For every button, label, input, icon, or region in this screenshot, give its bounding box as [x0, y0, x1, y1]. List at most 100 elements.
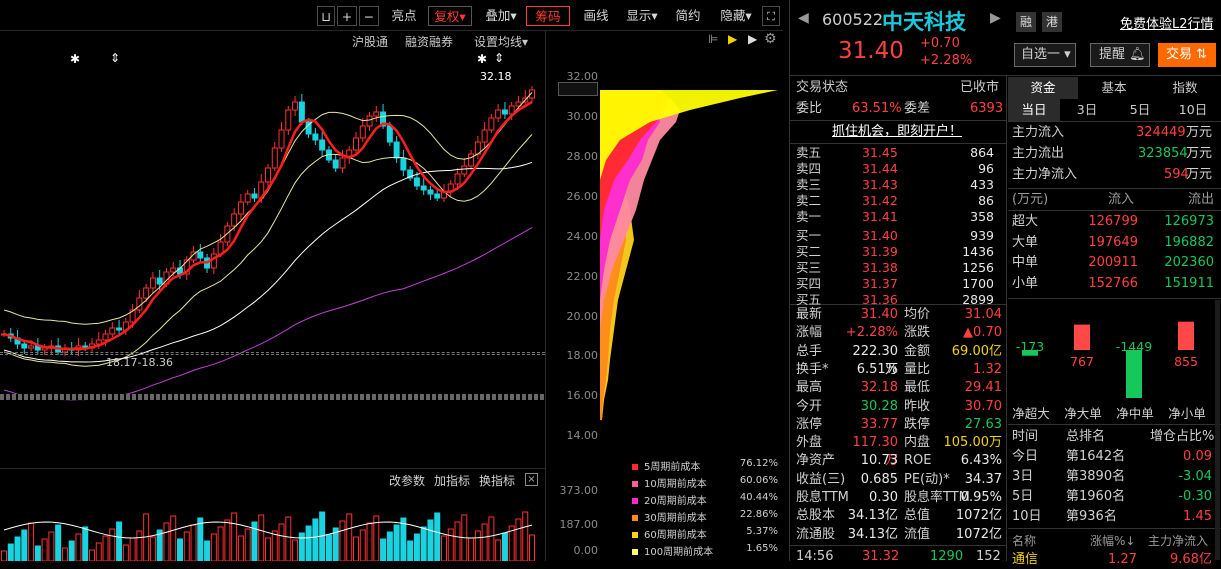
book-volume: 939 [970, 228, 994, 243]
net-unit: 万元 [1186, 167, 1213, 182]
sector-header-change[interactable]: 涨幅%↓ [1090, 532, 1135, 551]
fund-row-label: 大单 [1012, 234, 1039, 250]
fund-row-out: 202360 [1164, 255, 1214, 270]
candle [495, 109, 502, 119]
volume-bar [48, 531, 55, 561]
zoom-in-button[interactable]: + [337, 6, 357, 26]
prev-stock-icon[interactable]: ◀ [798, 10, 809, 26]
period-tab[interactable]: 10日 [1167, 99, 1219, 121]
rank-value: 第3890名 [1066, 469, 1126, 484]
chip-legend-item: 5周期前成本 76.12% [632, 458, 782, 474]
volume-bar [305, 525, 312, 561]
crosshair-line [0, 352, 545, 355]
fq-dropdown[interactable]: 复权▾ [428, 6, 472, 26]
legend-pct: 40.44% [739, 492, 778, 503]
self-select-dropdown[interactable]: 自选一 ▾ [1014, 43, 1076, 67]
fund-row-label: 超大 [1012, 214, 1039, 229]
candle [468, 153, 475, 167]
book-label: 卖二 [796, 193, 822, 208]
candle [319, 139, 326, 151]
alert-button[interactable]: 提醒 🔔︎ [1090, 43, 1150, 67]
volume-bar [109, 528, 116, 561]
draw-line-button[interactable]: 画线 [578, 6, 614, 26]
hide-dropdown[interactable]: 隐藏▾ [714, 6, 758, 26]
event-marker-icon-2[interactable]: ⇕ [494, 51, 504, 65]
volume-bar [366, 522, 373, 561]
highlight-button[interactable]: 亮点 [386, 6, 422, 26]
scrollbar[interactable] [1215, 300, 1220, 560]
price-tick-9: 16.00 [566, 389, 599, 402]
quote-value: 32.18 [860, 380, 898, 396]
kline-chart[interactable] [0, 30, 600, 470]
zero-band [0, 394, 545, 400]
volume-bar [400, 517, 407, 561]
fullscreen-icon[interactable]: ⛶ [762, 6, 780, 26]
fund-tab[interactable]: 指数 [1150, 77, 1220, 99]
l2-link[interactable]: 免费体验L2行情 [1120, 13, 1214, 32]
add-indicator-button[interactable]: 加指标 [434, 472, 470, 489]
volume-bar [501, 532, 508, 561]
chip-button[interactable]: 筹码 [526, 6, 570, 26]
rank-change: -0.30 [1178, 489, 1212, 504]
volume-bar [407, 540, 414, 561]
period-tab[interactable]: 5日 [1114, 99, 1166, 121]
price-tick-6: 22.00 [566, 270, 599, 283]
volume-bar [89, 549, 95, 561]
settings-gear-icon[interactable]: ⚙ [764, 31, 777, 47]
sector-header-flow[interactable]: 主力净流入 [1148, 532, 1208, 551]
next-stock-icon[interactable]: ▶ [990, 10, 1001, 26]
legend-swatch [632, 464, 638, 470]
sector-header-name: 名称 [1012, 534, 1037, 548]
high-price-label: 32.18 [480, 70, 512, 83]
fund-tab[interactable]: 资金 [1008, 77, 1078, 99]
quote-label: 总值 [904, 508, 931, 524]
display-dropdown[interactable]: 显示▾ [620, 6, 664, 26]
column-divider [1006, 75, 1007, 561]
margin-tag[interactable]: 融 [1016, 12, 1036, 32]
quote-label: 均价 [904, 307, 931, 322]
period-tab[interactable]: 3日 [1061, 99, 1113, 121]
simple-button[interactable]: 简约 [670, 6, 706, 26]
volume-chart[interactable] [0, 490, 545, 561]
quote-label: 换手* [796, 361, 829, 377]
event-marker-icon[interactable]: ⇕ [110, 51, 120, 65]
zoom-out-button[interactable]: − [359, 6, 379, 26]
overlay-dropdown[interactable]: 叠加▾ [480, 6, 522, 26]
price-tick-3: 28.00 [566, 150, 599, 163]
candle [292, 101, 299, 111]
candle [359, 125, 366, 139]
edit-params-button[interactable]: 改参数 [389, 472, 425, 489]
chip-arrow-icon[interactable]: ▶ [748, 32, 757, 46]
quote-value: 31.04 [964, 307, 1002, 322]
sector-name[interactable]: 通信 [1012, 550, 1038, 569]
chip-menu-icon[interactable]: ⊫ [708, 32, 718, 46]
open-account-promo[interactable]: 抓住机会，即刻开户！ [832, 122, 962, 141]
event-star-icon-2[interactable]: ✱ [477, 52, 487, 66]
candle [434, 193, 441, 199]
swap-indicator-button[interactable]: 换指标 [479, 472, 515, 489]
candle [386, 125, 393, 143]
trade-button[interactable]: 交易 ⇅ [1158, 43, 1216, 67]
outflow-label: 主力流出 [1012, 146, 1065, 161]
book-label: 卖四 [796, 161, 822, 176]
vol-tick-2: 0.00 [573, 544, 599, 557]
volume-bar [129, 537, 136, 561]
period-tab[interactable]: 当日 [1008, 99, 1060, 121]
volume-bar [271, 530, 278, 561]
ma-red-line [3, 100, 533, 351]
hk-tag[interactable]: 港 [1042, 12, 1062, 32]
chip-flag-icon[interactable]: ▶ [728, 32, 737, 46]
candle [298, 101, 305, 123]
legend-label: 10周期前成本 [644, 479, 707, 490]
lock-icon[interactable]: ⊔ [317, 6, 335, 26]
book-label: 买四 [796, 276, 822, 291]
candle [312, 133, 319, 141]
event-star-icon[interactable]: ✱ [70, 52, 80, 66]
fund-row-in: 200911 [1088, 255, 1138, 270]
close-icon[interactable]: × [525, 473, 538, 486]
sector-flow: 9.68亿 [1170, 552, 1212, 567]
quote-label: 最高 [796, 380, 823, 396]
fund-tab[interactable]: 基本 [1079, 77, 1149, 99]
candle [481, 129, 488, 143]
chip-distribution[interactable] [600, 70, 783, 460]
